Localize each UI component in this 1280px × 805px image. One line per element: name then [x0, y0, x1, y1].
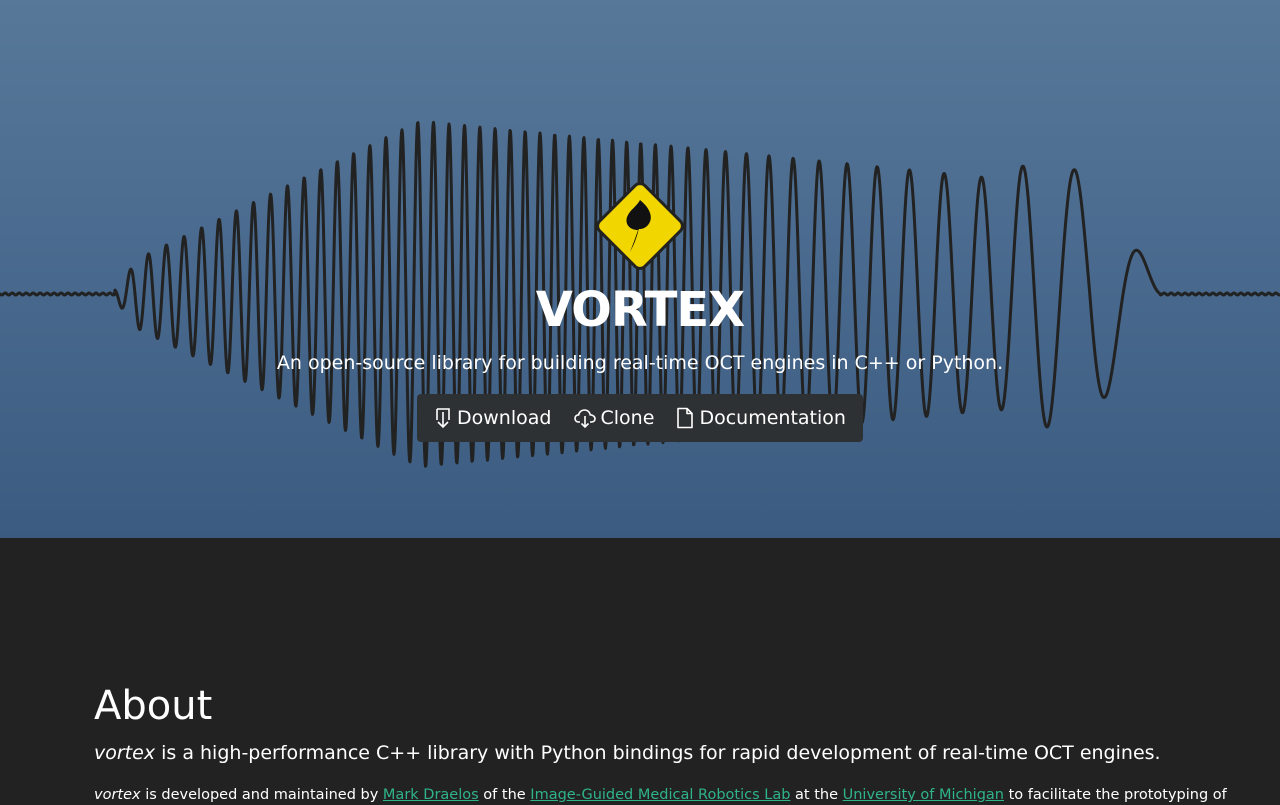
about-lead-text: is a high-performance C++ library with P…	[155, 742, 1161, 764]
paragraph-text: at the	[790, 787, 843, 803]
document-icon	[677, 407, 694, 429]
download-button[interactable]: Download	[434, 407, 551, 429]
clone-label: Clone	[600, 407, 655, 429]
about-paragraph: vortex is developed and maintained by Ma…	[94, 785, 1227, 805]
paragraph-text: of the	[478, 787, 531, 803]
paragraph-text: to facilitate the prototyping of	[1003, 787, 1227, 803]
library-name: vortex	[94, 787, 141, 803]
cloud-download-icon	[573, 409, 596, 429]
paragraph-text: is developed and maintained by	[140, 787, 383, 803]
vortex-logo-icon	[596, 182, 684, 270]
about-lead: vortex is a high-performance C++ library…	[94, 740, 1161, 766]
action-button-group: Download Clone Documentation	[417, 394, 863, 442]
documentation-button[interactable]: Documentation	[676, 407, 846, 429]
download-icon	[436, 408, 450, 429]
lab-link[interactable]: Image-Guided Medical Robotics Lab	[530, 787, 790, 803]
author-link[interactable]: Mark Draelos	[383, 787, 479, 803]
university-link[interactable]: University of Michigan	[843, 787, 1004, 803]
hero-banner: VORTEX An open-source library for buildi…	[0, 0, 1280, 538]
download-label: Download	[457, 407, 552, 429]
library-name: vortex	[94, 742, 156, 764]
documentation-label: Documentation	[699, 407, 846, 429]
page-title: VORTEX	[535, 282, 745, 338]
clone-button[interactable]: Clone	[573, 407, 655, 429]
tagline: An open-source library for building real…	[276, 352, 1004, 374]
about-heading: About	[94, 683, 213, 729]
